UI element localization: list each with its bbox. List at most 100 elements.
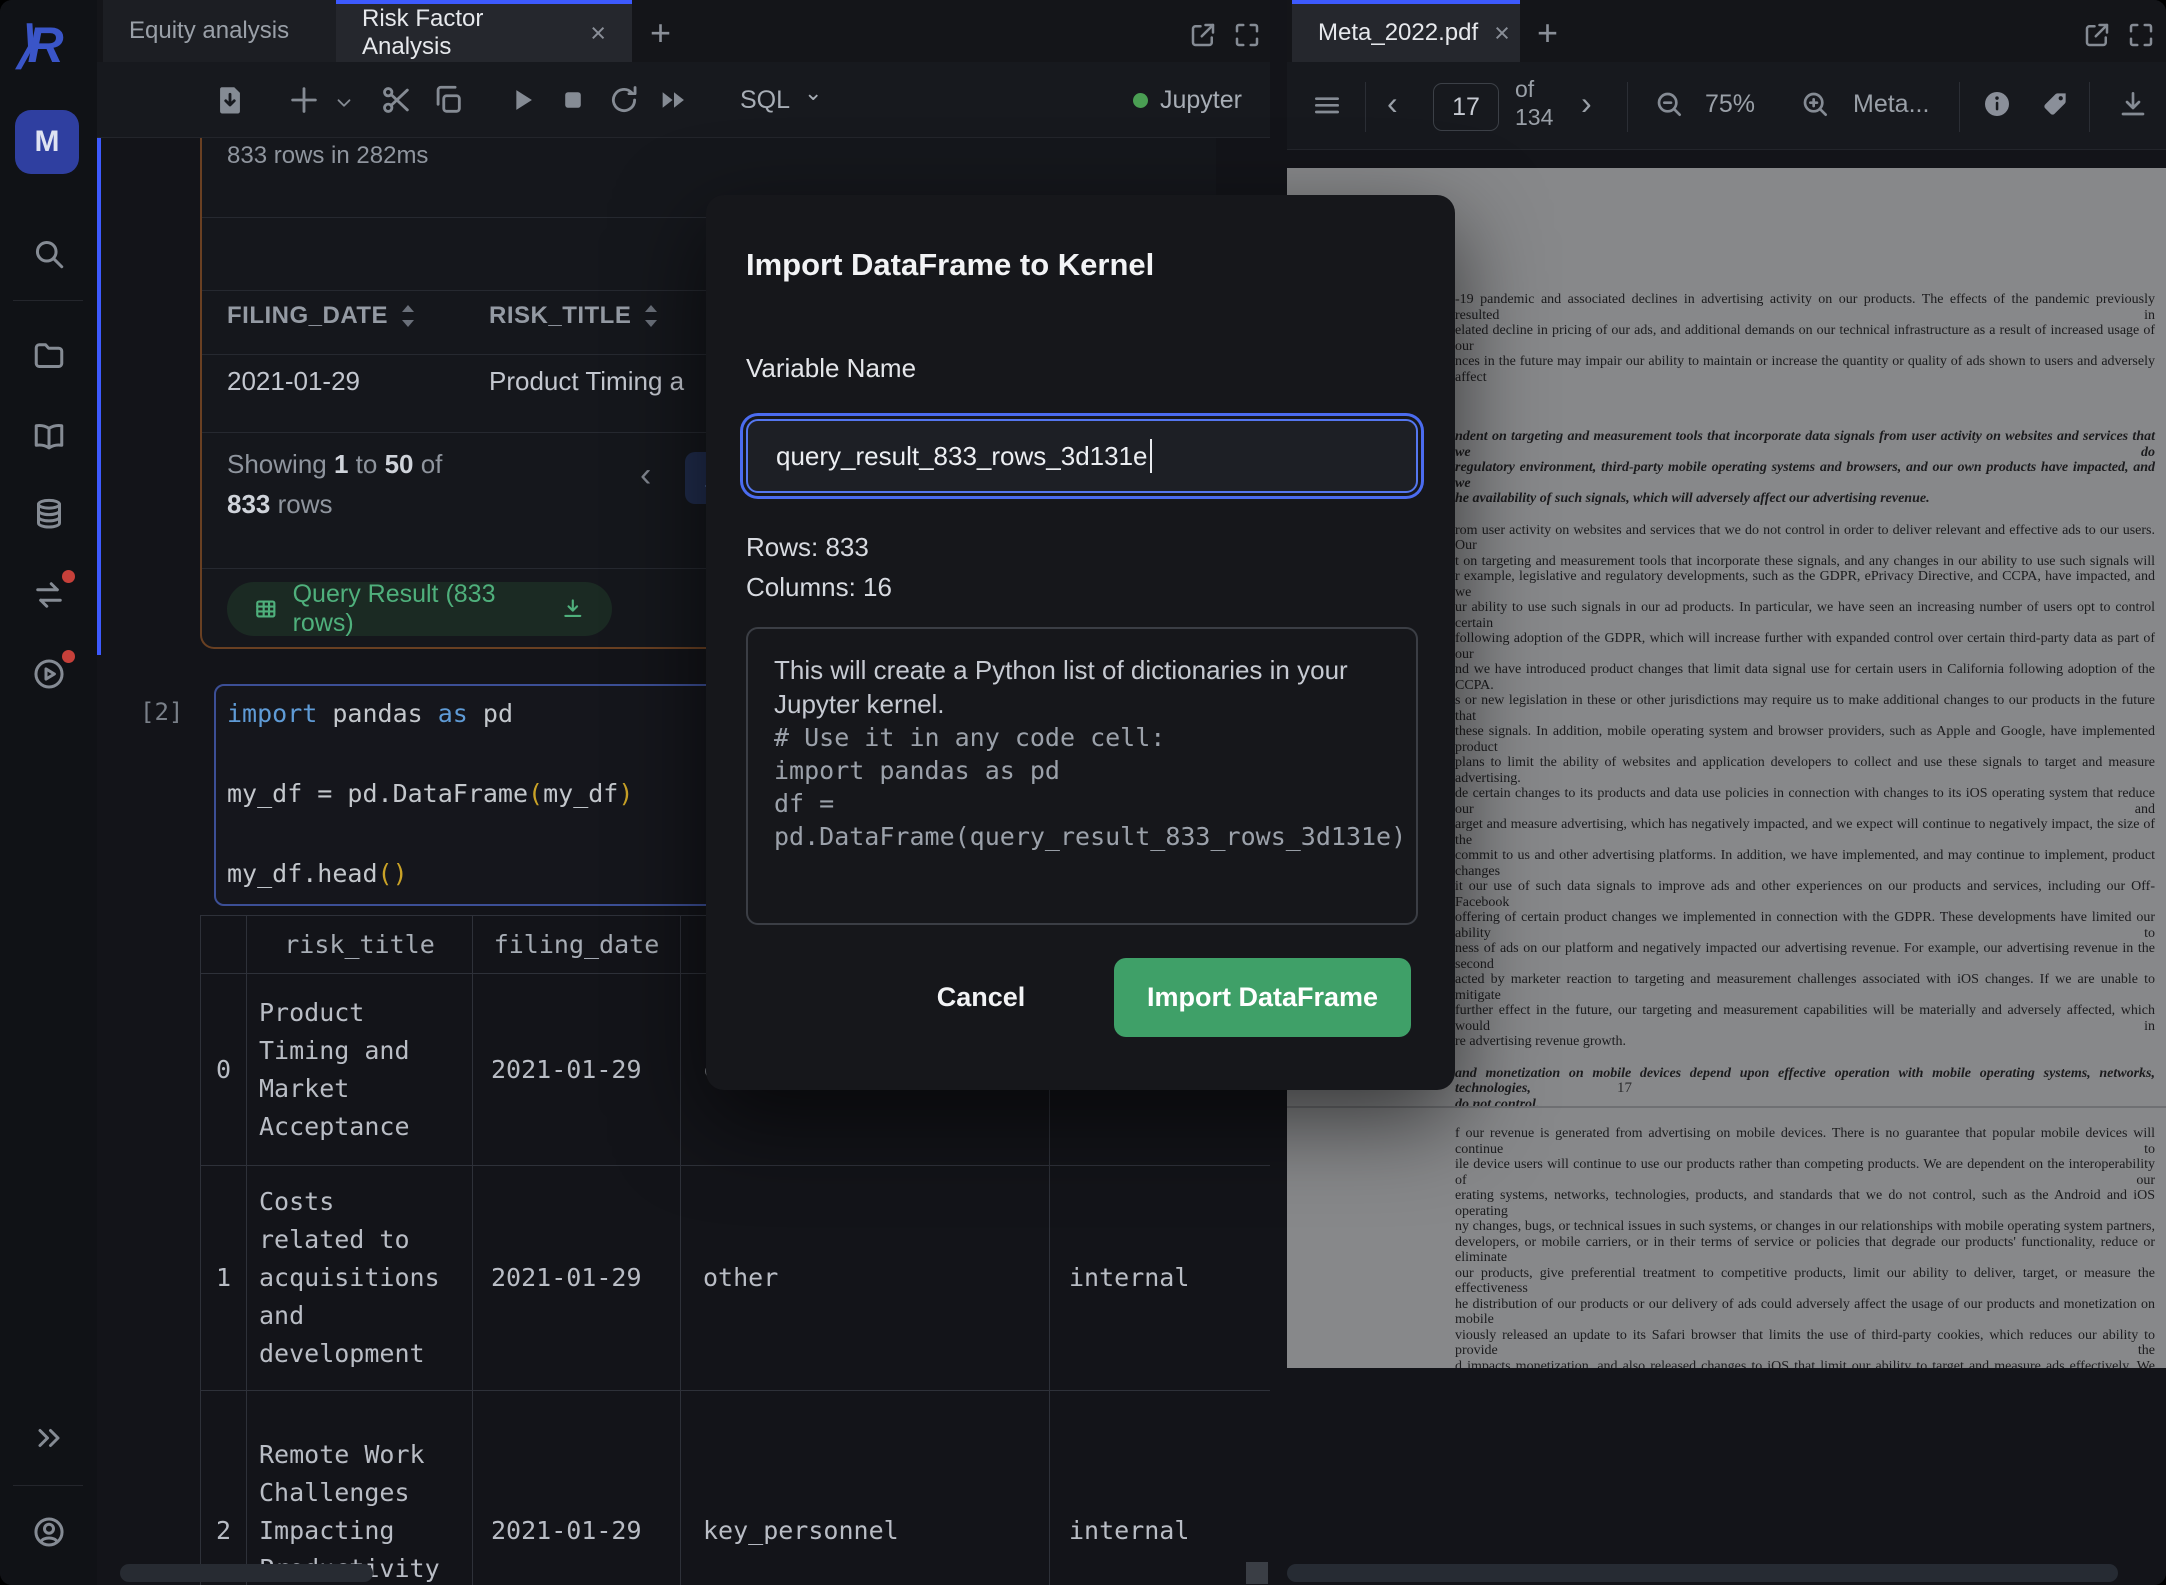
add-cell-chevron-icon[interactable]: [333, 92, 355, 114]
table-cell-category: key_personnel: [681, 1391, 1050, 1585]
pdf-menu-hamburger-icon[interactable]: [1311, 88, 1343, 120]
logo-angle-icon: ⟩: [14, 17, 28, 73]
table-cell-source: internal: [1050, 1166, 1270, 1391]
fullscreen-icon[interactable]: [2126, 20, 2156, 50]
pdf-line: do not control.: [1455, 1097, 2155, 1113]
pdf-line: ness of ads on our platform and negative…: [1455, 941, 2155, 972]
scrollbar-corner[interactable]: [1246, 1562, 1268, 1584]
info-icon[interactable]: [1981, 88, 2013, 120]
pdf-horizontal-scrollbar-thumb[interactable]: [1287, 1564, 2118, 1582]
notebook-book-icon[interactable]: [31, 419, 67, 455]
column-header-risk-title[interactable]: RISK_TITLE: [489, 302, 659, 330]
add-cell-icon[interactable]: [287, 83, 321, 117]
logo-letter: R: [28, 17, 58, 73]
workspace-avatar[interactable]: M: [15, 110, 79, 174]
pdf-line: viously released an update to its Safari…: [1455, 1328, 2155, 1359]
download-pdf-icon[interactable]: [2117, 88, 2149, 120]
pdf-line: s or new legislation in these or other j…: [1455, 693, 2155, 724]
sidebar: ⟩R M: [0, 0, 97, 1585]
zoom-out-icon[interactable]: [1653, 88, 1685, 120]
table-cell-risk-title: Remote WorkChallengesImpactingProductivi…: [247, 1391, 473, 1585]
pdf-line: r example, legislative and regulatory de…: [1455, 569, 2155, 600]
language-selector[interactable]: SQL: [740, 86, 790, 115]
table-header-cell: [201, 916, 247, 974]
expand-sidebar-icon[interactable]: [31, 1420, 67, 1456]
run-all-fast-forward-icon[interactable]: [657, 83, 691, 117]
cell-risk-title: Product Timing a: [489, 366, 684, 397]
pdf-line: re advertising revenue growth.: [1455, 1034, 2155, 1050]
tab-label: Risk Factor Analysis: [362, 5, 574, 61]
close-tab-icon[interactable]: ×: [1494, 18, 1510, 49]
table-cell-filing-date: 2021-01-29: [473, 974, 681, 1166]
pdf-paragraph: f our revenue is generated from advertis…: [1455, 1126, 2155, 1368]
usage-code-line: df =: [774, 787, 1390, 820]
account-person-icon[interactable]: [31, 1514, 67, 1550]
tab-risk-factor-analysis[interactable]: Risk Factor Analysis ×: [336, 0, 632, 62]
fullscreen-icon[interactable]: [1232, 20, 1262, 50]
pdf-line: further effect in the future, our target…: [1455, 1003, 2155, 1034]
run-notification-dot: [62, 650, 75, 663]
variable-name-value: query_result_833_rows_3d131e: [776, 441, 1148, 472]
table-cell-filing-date: 2021-01-29: [473, 1391, 681, 1585]
pdf-line: f our revenue is generated from advertis…: [1455, 1126, 2155, 1157]
column-header-filing-date[interactable]: FILING_DATE: [227, 302, 416, 330]
language-label: SQL: [740, 86, 790, 114]
table-cell-source: internal: [1050, 1391, 1270, 1585]
language-chevron-icon[interactable]: ⌄: [804, 80, 822, 106]
tag-icon[interactable]: [2039, 88, 2071, 120]
pagination-prev-icon[interactable]: ‹: [640, 456, 651, 495]
pagination-summary: Showing 1 to 50 of833 rows: [227, 444, 442, 524]
sort-icon[interactable]: [400, 303, 416, 329]
search-icon[interactable]: [31, 236, 67, 272]
new-tab-button[interactable]: +: [1537, 12, 1558, 54]
close-tab-icon[interactable]: ×: [590, 18, 606, 49]
pdf-line: nd we have introduced product changes th…: [1455, 662, 2155, 693]
prev-page-icon[interactable]: ‹: [1387, 85, 1398, 122]
files-folder-icon[interactable]: [31, 338, 67, 374]
zoom-in-icon[interactable]: [1799, 88, 1831, 120]
sort-icon[interactable]: [643, 303, 659, 329]
open-external-icon[interactable]: [2082, 20, 2112, 50]
horizontal-scrollbar-thumb[interactable]: [120, 1564, 373, 1582]
page-number-input[interactable]: 17: [1433, 83, 1499, 131]
pdf-tab-bar: Meta_2022.pdf × +: [1287, 0, 2166, 62]
toolbar-separator: [1365, 82, 1366, 132]
connections-transfer-icon[interactable]: [31, 577, 67, 613]
next-page-icon[interactable]: ›: [1581, 85, 1592, 122]
pdf-line: he availability of such signals, which w…: [1455, 491, 2155, 507]
export-label: Query Result (833 rows): [293, 580, 541, 638]
restart-kernel-refresh-icon[interactable]: [607, 83, 641, 117]
rows-count-label: Rows: 833: [746, 532, 869, 563]
pdf-line: ur ability to use such signals in our ad…: [1455, 600, 2155, 631]
new-tab-button[interactable]: +: [650, 12, 671, 54]
stop-kernel-icon[interactable]: [556, 83, 590, 117]
table-row-index: 2: [201, 1391, 247, 1585]
tab-label: Meta_2022.pdf: [1318, 19, 1478, 47]
modal-title: Import DataFrame to Kernel: [746, 247, 1154, 283]
zoom-level-label[interactable]: 75%: [1705, 90, 1755, 119]
copy-cell-icon[interactable]: [431, 83, 465, 117]
tab-meta-2022-pdf[interactable]: Meta_2022.pdf ×: [1292, 0, 1520, 62]
run-cell-play-icon[interactable]: [505, 83, 539, 117]
variable-name-label: Variable Name: [746, 353, 916, 384]
kernel-status-label[interactable]: Jupyter: [1160, 86, 1242, 115]
note-text: Jupyter kernel.: [774, 687, 1390, 721]
open-external-icon[interactable]: [1188, 20, 1218, 50]
pdf-line: nces in the future may impair our abilit…: [1455, 354, 2155, 385]
pdf-paragraph: -19 pandemic and associated declines in …: [1455, 292, 2155, 385]
query-result-export-button[interactable]: Query Result (833 rows): [227, 582, 612, 636]
pdf-line: and monetization on mobile devices depen…: [1455, 1066, 2155, 1097]
cut-cell-scissors-icon[interactable]: [379, 83, 413, 117]
import-dataframe-button[interactable]: Import DataFrame: [1114, 958, 1411, 1037]
run-play-circle-icon[interactable]: [31, 656, 67, 692]
save-file-icon[interactable]: [213, 83, 247, 117]
import-dataframe-modal: Import DataFrame to Kernel Variable Name…: [706, 195, 1455, 1090]
pdf-line: he distribution of our products or our d…: [1455, 1297, 2155, 1328]
database-icon[interactable]: [31, 496, 67, 532]
cancel-button[interactable]: Cancel: [921, 958, 1041, 1037]
tab-equity-analysis[interactable]: Equity analysis: [103, 0, 336, 62]
table-header-cell: risk_title: [247, 916, 473, 974]
page-of-label: of: [1515, 76, 1534, 103]
download-icon[interactable]: [560, 595, 586, 623]
variable-name-input[interactable]: query_result_833_rows_3d131e: [746, 419, 1418, 493]
